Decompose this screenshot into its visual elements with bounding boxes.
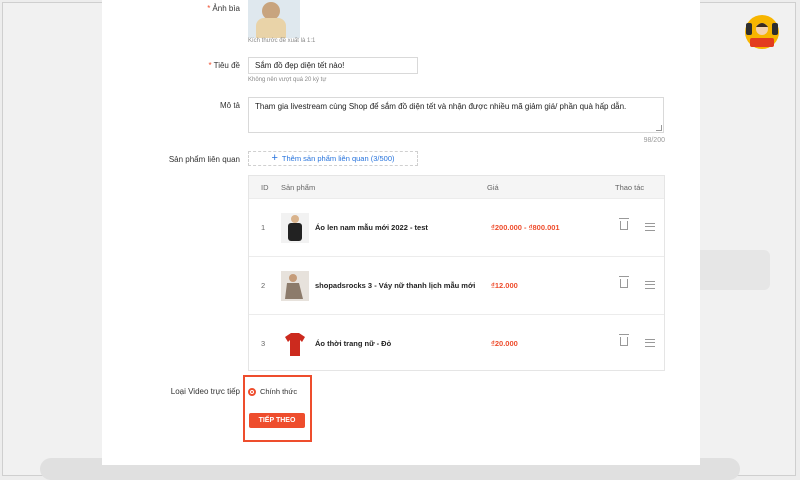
resize-handle-icon[interactable] — [656, 125, 662, 131]
description-text: Tham gia livestream cùng Shop để sắm đồ … — [255, 102, 627, 111]
header-actions: Thao tác — [615, 183, 645, 192]
product-price: ₫20.000 — [491, 339, 518, 348]
title-label: * Tiêu đề — [208, 61, 240, 70]
title-hint: Không nên vượt quá 20 ký tự — [248, 77, 327, 83]
row-id: 1 — [261, 223, 266, 232]
product-name: shopadsrocks 3 - Váy nữ thanh lịch mẫu m… — [315, 281, 476, 290]
trash-icon[interactable] — [619, 276, 629, 288]
brand-logo — [745, 15, 779, 49]
add-products-label: Thêm sản phẩm liên quan (3/500) — [281, 154, 395, 163]
trash-icon[interactable] — [619, 218, 629, 230]
trash-icon[interactable] — [619, 334, 629, 346]
row-id: 3 — [261, 339, 266, 348]
video-type-label: Loại Video trực tiếp — [170, 387, 240, 396]
product-name: Áo len nam mẫu mới 2022 - test — [315, 223, 428, 232]
cover-label: * Ảnh bìa — [207, 4, 240, 13]
plus-icon: + — [271, 152, 278, 164]
table-row: 3 Áo thời trang nữ - Đỏ ₫20.000 — [249, 314, 664, 373]
products-table: ID Sản phẩm Giá Thao tác 1 Áo len nam mẫ… — [248, 175, 665, 371]
row-id: 2 — [261, 281, 266, 290]
highlight-box — [243, 375, 312, 442]
drag-handle-icon[interactable] — [645, 339, 655, 347]
product-thumbnail — [281, 271, 309, 301]
drag-handle-icon[interactable] — [645, 223, 655, 231]
header-id: ID — [261, 183, 269, 192]
desc-label: Mô tả — [219, 101, 240, 110]
product-thumbnail — [281, 213, 309, 243]
products-label: Sản phẩm liên quan — [168, 155, 240, 164]
table-row: 2 shopadsrocks 3 - Váy nữ thanh lịch mẫu… — [249, 256, 664, 315]
header-product: Sản phẩm — [281, 183, 316, 192]
product-price: ₫12.000 — [491, 281, 518, 290]
header-price: Giá — [487, 183, 499, 192]
title-input[interactable]: Sắm đồ đẹp diện tết nào! — [248, 57, 418, 74]
table-row: 1 Áo len nam mẫu mới 2022 - test ₫200.00… — [249, 198, 664, 257]
cover-hint: Kích thước đề xuất là 1:1 — [248, 38, 316, 44]
char-counter: 98/200 — [643, 137, 665, 144]
add-products-button[interactable]: + Thêm sản phẩm liên quan (3/500) — [248, 151, 418, 166]
description-textarea[interactable]: Tham gia livestream cùng Shop để sắm đồ … — [248, 97, 664, 133]
cover-image[interactable] — [248, 0, 300, 38]
table-header: ID Sản phẩm Giá Thao tác — [249, 176, 664, 198]
product-name: Áo thời trang nữ - Đỏ — [315, 339, 392, 348]
product-thumbnail — [281, 329, 309, 359]
product-price: ₫200.000 - ₫800.001 — [491, 223, 560, 232]
drag-handle-icon[interactable] — [645, 281, 655, 289]
